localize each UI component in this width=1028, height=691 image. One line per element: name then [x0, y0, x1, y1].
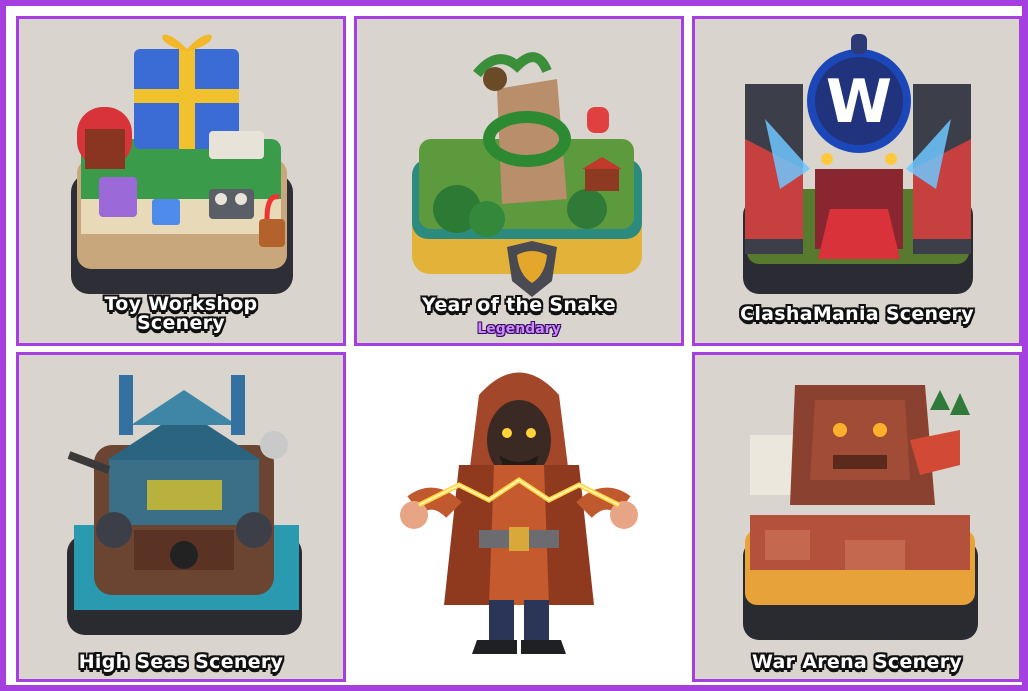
year-of-the-snake-title: Year of the Snake: [422, 294, 616, 316]
electro-wizard-icon: [400, 372, 638, 654]
wwe-logo-letter: W: [826, 67, 892, 137]
toy-workshop-title-line1: Toy Workshop: [104, 293, 258, 315]
card-year-of-the-snake[interactable]: Year of the Snake Legendary: [354, 16, 684, 346]
war-arena-scenery-icon: [743, 385, 978, 640]
clashamania-scenery-icon: W: [743, 34, 973, 294]
clashamania-title: ClashaMania Scenery: [740, 303, 974, 325]
card-high-seas[interactable]: High Seas Scenery: [16, 352, 346, 682]
war-arena-title: War Arena Scenery: [751, 651, 963, 673]
card-toy-workshop[interactable]: Toy Workshop Scenery: [16, 16, 346, 346]
card-war-arena[interactable]: War Arena Scenery: [692, 352, 1022, 682]
high-seas-title: High Seas Scenery: [78, 651, 284, 673]
scenery-gallery-frame: Toy Workshop Scenery Year of the Snake L…: [0, 0, 1028, 691]
high-seas-scenery-icon: [67, 375, 302, 635]
card-clashamania[interactable]: W ClashaMania Scenery: [692, 16, 1022, 346]
rarity-badge: Legendary: [477, 321, 561, 337]
card-wizard[interactable]: [346, 352, 692, 682]
toy-workshop-title-line2: Scenery: [136, 312, 226, 334]
